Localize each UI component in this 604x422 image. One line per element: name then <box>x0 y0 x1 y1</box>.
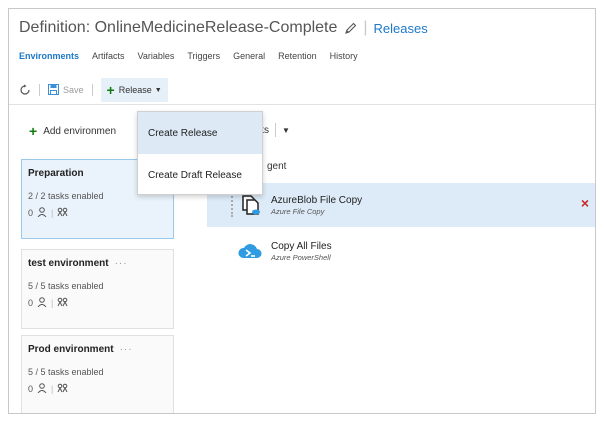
environment-meta: 0 | <box>28 383 167 395</box>
file-copy-icon <box>237 193 263 217</box>
environment-name-text: Prod environment <box>28 344 114 355</box>
tab-general[interactable]: General <box>233 51 265 69</box>
approver-icon[interactable] <box>37 297 47 309</box>
environment-name: test environment ··· <box>28 258 167 269</box>
toolbar-divider <box>91 84 93 96</box>
agent-phase-label: gent <box>267 161 287 172</box>
environment-task-count: 5 / 5 tasks enabled <box>28 281 104 291</box>
tab-retention[interactable]: Retention <box>278 51 317 69</box>
approver-count: 0 <box>28 208 34 218</box>
edit-pencil-icon[interactable] <box>345 22 357 34</box>
release-dropdown-menu: Create Release Create Draft Release <box>137 111 263 195</box>
definition-tabs: Environments Artifacts Variables Trigger… <box>19 51 358 69</box>
more-options-icon[interactable]: ··· <box>120 344 133 355</box>
meta-separator: | <box>51 208 54 218</box>
environment-task-count: 5 / 5 tasks enabled <box>28 367 104 377</box>
task-name: AzureBlob File Copy <box>271 194 363 206</box>
approver-count: 0 <box>28 298 34 308</box>
task-copy-all-files[interactable]: Copy All Files Azure PowerShell <box>207 229 595 273</box>
save-disk-icon <box>48 83 59 97</box>
add-environment-button[interactable]: + Add environmen <box>29 123 116 139</box>
deployment-conditions-icon[interactable] <box>57 207 68 219</box>
plus-icon: + <box>106 82 115 98</box>
tab-history[interactable]: History <box>330 51 358 69</box>
environment-card-prod[interactable]: Prod environment ··· 5 / 5 tasks enabled… <box>21 335 174 413</box>
tab-triggers[interactable]: Triggers <box>187 51 220 69</box>
meta-separator: | <box>51 298 54 308</box>
azure-powershell-cloud-icon <box>237 239 263 263</box>
menu-item-create-draft-release[interactable]: Create Draft Release <box>138 154 262 196</box>
chevron-down-icon: ▼ <box>154 86 162 94</box>
refresh-icon[interactable] <box>19 84 31 96</box>
add-environment-label: Add environmen <box>43 125 117 137</box>
more-options-icon[interactable]: ··· <box>115 258 128 269</box>
tab-environments[interactable]: Environments <box>19 51 79 69</box>
meta-separator: | <box>51 384 54 394</box>
menu-item-create-release[interactable]: Create Release <box>138 112 262 154</box>
task-text: AzureBlob File Copy Azure File Copy <box>271 195 362 216</box>
toolbar-divider-line <box>9 104 595 105</box>
task-name: Copy All Files <box>271 240 332 252</box>
chevron-down-icon[interactable]: ▼ <box>282 126 290 135</box>
page-title: Definition: OnlineMedicineRelease-Comple… <box>19 17 428 39</box>
plus-icon: + <box>29 123 38 139</box>
deployment-conditions-icon[interactable] <box>57 383 68 395</box>
environment-name: Prod environment ··· <box>28 344 167 355</box>
deployment-conditions-icon[interactable] <box>57 297 68 309</box>
environment-meta: 0 | <box>28 207 167 219</box>
approver-icon[interactable] <box>37 383 47 395</box>
release-definition-window: Definition: OnlineMedicineRelease-Comple… <box>8 8 596 414</box>
task-azureblob-file-copy[interactable]: AzureBlob File Copy Azure File Copy × <box>207 183 595 227</box>
environment-card-test[interactable]: test environment ··· 5 / 5 tasks enabled… <box>21 249 174 329</box>
save-button[interactable]: Save <box>48 83 84 97</box>
environment-meta: 0 | <box>28 297 167 309</box>
tasks-header: ks ▼ <box>259 123 290 137</box>
toolbar: Save + Release ▼ <box>9 77 595 103</box>
approver-count: 0 <box>28 384 34 394</box>
remove-task-icon[interactable]: × <box>581 195 589 211</box>
title-separator: | <box>363 19 368 36</box>
environment-name-text: test environment <box>28 258 109 269</box>
approver-icon[interactable] <box>37 207 47 219</box>
task-text: Copy All Files Azure PowerShell <box>271 241 332 262</box>
release-label: Release <box>118 85 152 95</box>
tab-artifacts[interactable]: Artifacts <box>92 51 125 69</box>
drag-handle-icon[interactable] <box>231 193 233 217</box>
releases-link[interactable]: Releases <box>374 21 428 36</box>
task-type: Azure File Copy <box>271 206 325 216</box>
definition-title: Definition: OnlineMedicineRelease-Comple… <box>19 19 338 36</box>
tasks-header-divider <box>275 123 276 137</box>
tab-variables[interactable]: Variables <box>138 51 175 69</box>
save-label: Save <box>63 85 84 95</box>
task-type: Azure PowerShell <box>271 252 331 262</box>
release-button[interactable]: + Release ▼ <box>100 78 168 102</box>
toolbar-divider <box>39 84 40 96</box>
